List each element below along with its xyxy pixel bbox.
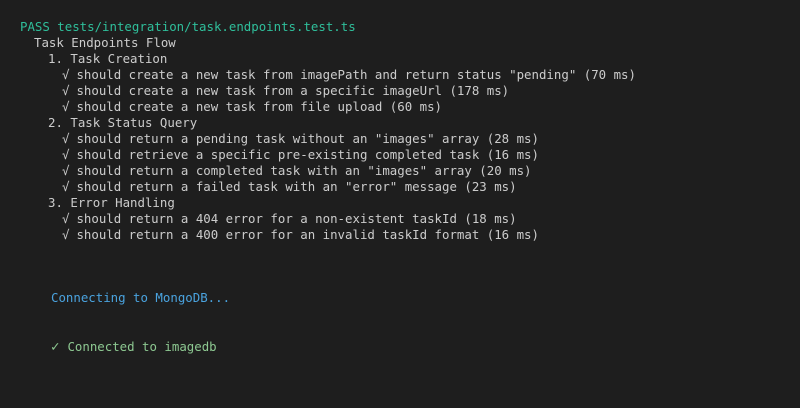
check-icon: √	[62, 179, 70, 194]
test-result: √ should return a 400 error for an invali…	[0, 227, 800, 243]
check-icon: √	[62, 163, 70, 178]
check-icon: √	[62, 211, 70, 226]
test-name: should return a completed task with an "…	[76, 163, 532, 178]
group-title: 2. Task Status Query	[48, 115, 198, 130]
check-icon: √	[62, 83, 70, 98]
test-result: √ should return a 404 error for a non-exi…	[0, 211, 800, 227]
terminal-output: PASS tests/integration/task.endpoints.te…	[0, 0, 800, 408]
test-name: should create a new task from file uploa…	[76, 99, 442, 114]
test-name: should return a failed task with an "err…	[76, 179, 517, 194]
group-title: 1. Task Creation	[48, 51, 168, 66]
connecting-log: Connecting to MongoDB...	[51, 290, 231, 305]
test-name: should retrieve a specific pre-existing …	[76, 147, 539, 162]
check-icon: √	[62, 99, 70, 114]
test-result: √ should create a new task from imagePath…	[0, 67, 800, 83]
test-result: √ should return a completed task with an …	[0, 163, 800, 179]
check-icon: √	[62, 147, 70, 162]
check-icon: √	[62, 131, 70, 146]
test-name: should create a new task from a specific…	[76, 83, 510, 98]
check-icon: √	[62, 227, 70, 242]
test-result: √ should return a failed task with an "er…	[0, 179, 800, 195]
test-result: √ should create a new task from a specifi…	[0, 83, 800, 99]
test-result: √ should return a pending task without an…	[0, 131, 800, 147]
check-icon: √	[62, 67, 70, 82]
test-name: should return a 404 error for a non-exis…	[76, 211, 517, 226]
test-name: should create a new task from imagePath …	[76, 67, 636, 82]
test-name: should return a 400 error for an invalid…	[76, 227, 539, 242]
suite-title: Task Endpoints Flow	[34, 35, 176, 50]
test-result: √ should retrieve a specific pre-existing…	[0, 147, 800, 163]
checkmark-icon: ✓	[51, 339, 60, 355]
connected-text: Connected to imagedb	[67, 339, 217, 354]
test-result: √ should create a new task from file uplo…	[0, 99, 800, 115]
connected-log: ✓ Connected to imagedb	[51, 339, 217, 355]
group-title: 3. Error Handling	[48, 195, 175, 210]
test-name: should return a pending task without an …	[76, 131, 539, 146]
pass-line: PASS tests/integration/task.endpoints.te…	[20, 19, 356, 34]
